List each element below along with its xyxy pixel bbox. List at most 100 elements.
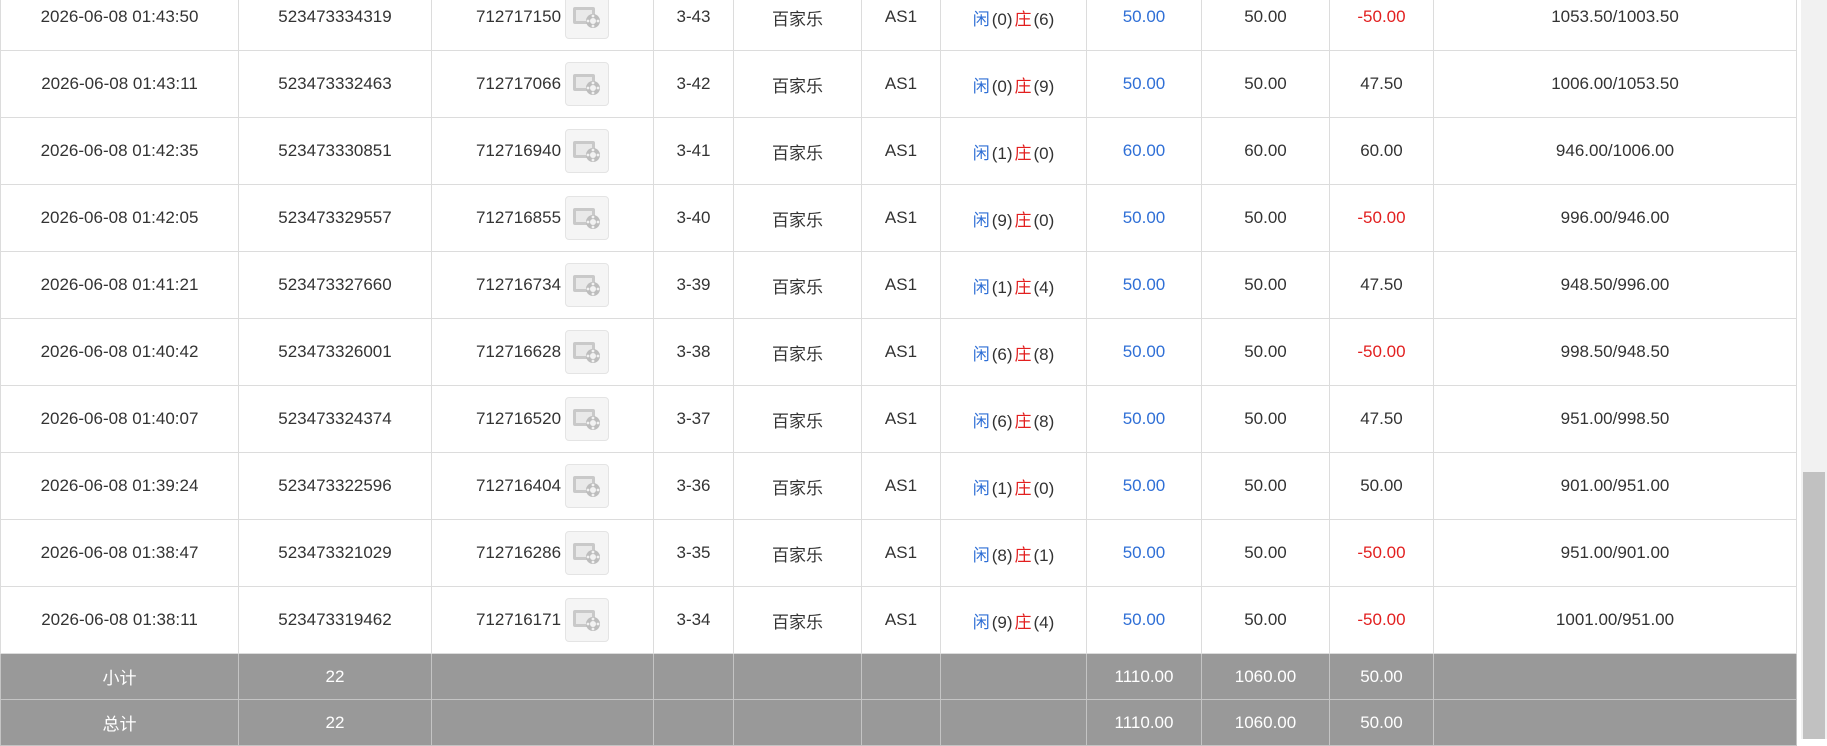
video-replay-icon[interactable]: [565, 397, 610, 441]
player-points: (1): [991, 143, 1013, 163]
game-type: 百家乐: [733, 0, 862, 51]
video-replay-icon[interactable]: [565, 129, 610, 173]
banker-points: (0): [1033, 210, 1055, 230]
round-cell: 712716404: [431, 452, 654, 520]
game-type: 百家乐: [733, 318, 862, 386]
video-replay-icon[interactable]: [565, 531, 610, 575]
video-replay-icon[interactable]: [565, 330, 610, 374]
video-replay-icon[interactable]: [565, 62, 610, 106]
round-cell: 712716171: [431, 586, 654, 654]
banker-label: 庄: [1014, 9, 1032, 29]
subtotal-empty: [1433, 653, 1797, 700]
player-label: 闲: [972, 76, 990, 96]
round-number: 712716404: [475, 476, 562, 495]
player-label: 闲: [972, 411, 990, 431]
game-type: 百家乐: [733, 50, 862, 118]
banker-label: 庄: [1014, 210, 1032, 230]
round-cell: 712716855: [431, 184, 654, 252]
valid-amount: 50.00: [1201, 385, 1330, 453]
win-amount: -50.00: [1329, 586, 1434, 654]
game-type: 百家乐: [733, 385, 862, 453]
shoe-number: 3-43: [653, 0, 734, 51]
shoe-number: 3-42: [653, 50, 734, 118]
bet-amount: 50.00: [1086, 519, 1202, 587]
shoe-number: 3-41: [653, 117, 734, 185]
subtotal-count: 22: [238, 653, 432, 700]
win-amount: 47.50: [1329, 385, 1434, 453]
result-cell: 闲 (1) 庄 (0): [940, 117, 1087, 185]
player-label: 闲: [972, 344, 990, 364]
table-name: AS1: [861, 385, 941, 453]
video-replay-icon[interactable]: [565, 598, 610, 642]
round-number: 712717150: [475, 7, 562, 26]
table-name: AS1: [861, 50, 941, 118]
bet-time: 2026-06-08 01:43:11: [0, 50, 239, 118]
balance-change: 951.00/998.50: [1433, 385, 1797, 453]
valid-amount: 50.00: [1201, 251, 1330, 319]
banker-points: (8): [1033, 344, 1055, 364]
round-number: 712716855: [475, 208, 562, 227]
result-cell: 闲 (9) 庄 (0): [940, 184, 1087, 252]
scrollbar-thumb[interactable]: [1803, 472, 1825, 739]
valid-amount: 50.00: [1201, 452, 1330, 520]
vertical-scrollbar[interactable]: [1801, 0, 1827, 739]
bet-time: 2026-06-08 01:43:50: [0, 0, 239, 51]
round-cell: 712717066: [431, 50, 654, 118]
video-replay-icon[interactable]: [565, 0, 610, 39]
bet-time: 2026-06-08 01:40:07: [0, 385, 239, 453]
table-row: 2026-06-08 01:43:11 523473332463 712717066…: [0, 50, 1797, 118]
banker-points: (0): [1033, 478, 1055, 498]
round-number: 712716286: [475, 543, 562, 562]
video-replay-icon[interactable]: [565, 263, 610, 307]
bet-id: 523473332463: [238, 50, 432, 118]
banker-points: (1): [1033, 545, 1055, 565]
bet-id: 523473322596: [238, 452, 432, 520]
game-type: 百家乐: [733, 519, 862, 587]
player-label: 闲: [972, 277, 990, 297]
win-amount: 47.50: [1329, 50, 1434, 118]
bet-id: 523473327660: [238, 251, 432, 319]
round-cell: 712717150: [431, 0, 654, 51]
balance-change: 948.50/996.00: [1433, 251, 1797, 319]
shoe-number: 3-37: [653, 385, 734, 453]
banker-label: 庄: [1014, 277, 1032, 297]
valid-amount: 50.00: [1201, 50, 1330, 118]
player-points: (0): [991, 9, 1013, 29]
game-type: 百家乐: [733, 452, 862, 520]
bet-time: 2026-06-08 01:41:21: [0, 251, 239, 319]
subtotal-win: 50.00: [1329, 653, 1434, 700]
table-name: AS1: [861, 251, 941, 319]
game-type: 百家乐: [733, 184, 862, 252]
round-number: 712717066: [475, 74, 562, 93]
table-row: 2026-06-08 01:42:05 523473329557 712716855…: [0, 184, 1797, 252]
win-amount: -50.00: [1329, 318, 1434, 386]
game-type: 百家乐: [733, 117, 862, 185]
round-number: 712716520: [475, 409, 562, 428]
valid-amount: 50.00: [1201, 519, 1330, 587]
win-amount: 60.00: [1329, 117, 1434, 185]
player-label: 闲: [972, 612, 990, 632]
bet-time: 2026-06-08 01:42:05: [0, 184, 239, 252]
bet-time: 2026-06-08 01:42:35: [0, 117, 239, 185]
banker-label: 庄: [1014, 478, 1032, 498]
table-row: 2026-06-08 01:39:24 523473322596 712716404…: [0, 452, 1797, 520]
banker-points: (4): [1033, 612, 1055, 632]
bet-time: 2026-06-08 01:38:11: [0, 586, 239, 654]
player-label: 闲: [972, 210, 990, 230]
round-number: 712716628: [475, 342, 562, 361]
subtotal-empty: [940, 653, 1087, 700]
banker-label: 庄: [1014, 76, 1032, 96]
player-points: (1): [991, 478, 1013, 498]
result-cell: 闲 (1) 庄 (0): [940, 452, 1087, 520]
subtotal-empty: [431, 653, 654, 700]
shoe-number: 3-39: [653, 251, 734, 319]
round-cell: 712716628: [431, 318, 654, 386]
shoe-number: 3-34: [653, 586, 734, 654]
video-replay-icon[interactable]: [565, 464, 610, 508]
bet-id: 523473321029: [238, 519, 432, 587]
bet-id: 523473334319: [238, 0, 432, 51]
subtotal-empty: [861, 653, 941, 700]
valid-amount: 50.00: [1201, 184, 1330, 252]
player-points: (1): [991, 277, 1013, 297]
video-replay-icon[interactable]: [565, 196, 610, 240]
